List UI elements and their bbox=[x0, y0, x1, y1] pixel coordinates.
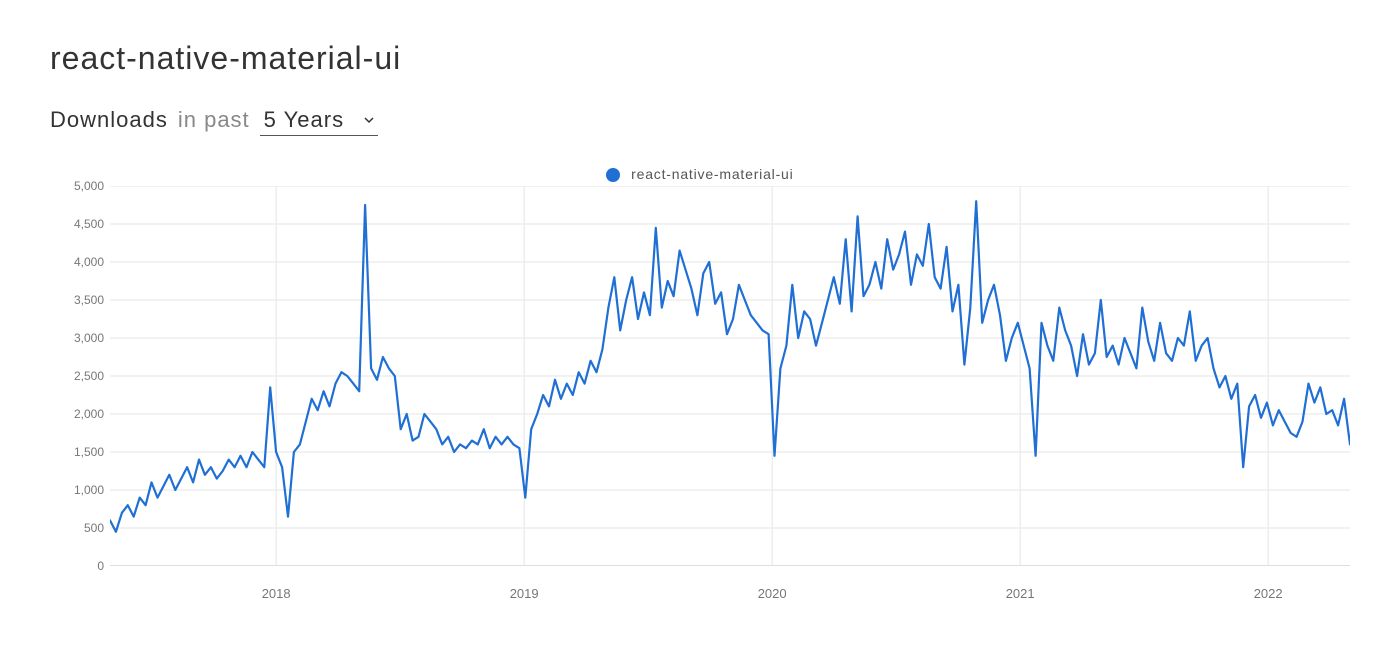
y-tick-label: 4,000 bbox=[74, 255, 104, 269]
y-tick-label: 0 bbox=[97, 559, 104, 573]
subtitle-bold: Downloads bbox=[50, 107, 168, 133]
chart-legend: react-native-material-ui bbox=[50, 166, 1350, 182]
y-tick-label: 2,500 bbox=[74, 369, 104, 383]
x-tick-label: 2021 bbox=[1006, 586, 1035, 601]
time-range-select[interactable]: 5 Years bbox=[260, 107, 378, 136]
x-axis: 2018 2019 2020 2021 2022 bbox=[110, 586, 1350, 606]
y-tick-label: 3,500 bbox=[74, 293, 104, 307]
x-tick-label: 2022 bbox=[1254, 586, 1283, 601]
time-range-value: 5 Years bbox=[264, 107, 344, 133]
y-gridlines bbox=[110, 186, 1350, 566]
x-tick-label: 2018 bbox=[262, 586, 291, 601]
x-tick-label: 2020 bbox=[758, 586, 787, 601]
y-tick-label: 1,000 bbox=[74, 483, 104, 497]
subtitle: Downloads in past 5 Years bbox=[50, 107, 1350, 136]
y-tick-label: 4,500 bbox=[74, 217, 104, 231]
legend-dot-icon bbox=[606, 168, 620, 182]
chevron-down-icon bbox=[364, 115, 374, 125]
y-tick-label: 1,500 bbox=[74, 445, 104, 459]
page-title: react-native-material-ui bbox=[50, 40, 1350, 77]
subtitle-light: in past bbox=[178, 107, 250, 133]
x-tick-label: 2019 bbox=[510, 586, 539, 601]
legend-label: react-native-material-ui bbox=[631, 166, 793, 182]
plot-area[interactable] bbox=[110, 186, 1350, 566]
series-line bbox=[110, 201, 1350, 532]
y-tick-label: 2,000 bbox=[74, 407, 104, 421]
y-tick-label: 5,000 bbox=[74, 179, 104, 193]
y-tick-label: 500 bbox=[84, 521, 104, 535]
y-axis: 05001,0001,5002,0002,5003,0003,5004,0004… bbox=[50, 186, 110, 566]
y-tick-label: 3,000 bbox=[74, 331, 104, 345]
chart: 0 500 1,000 1,500 2,000 2,500 3,000 3,500 4,000 4… bbox=[50, 186, 1350, 606]
